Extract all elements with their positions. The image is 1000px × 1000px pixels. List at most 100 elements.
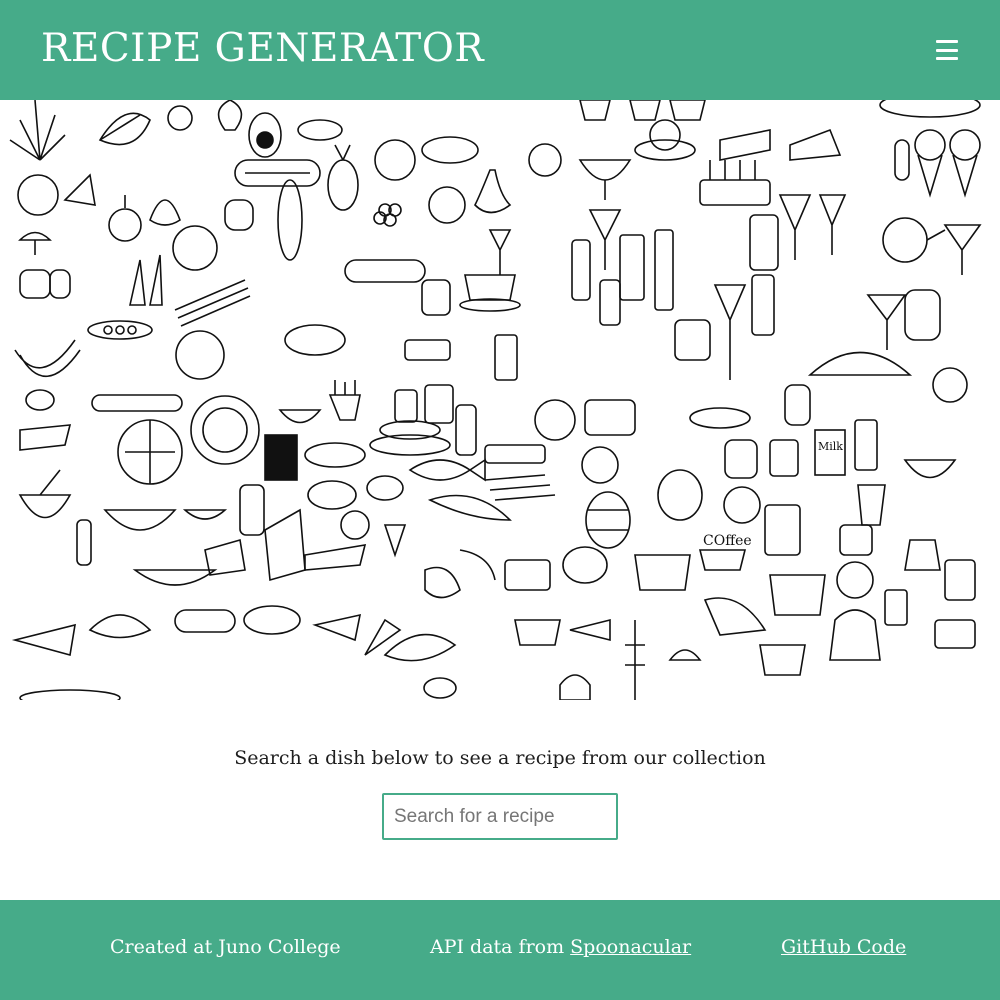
eggplant-icon xyxy=(284,324,346,356)
mortar-pestle-icon xyxy=(18,469,72,519)
menu-bar-middle xyxy=(936,48,958,52)
menu-bar-top xyxy=(936,40,958,43)
site-title[interactable]: RECIPE GENERATOR xyxy=(41,24,484,74)
soup-bowl-icon xyxy=(278,409,322,424)
burger-icon xyxy=(668,649,702,661)
pitcher-icon xyxy=(724,439,758,479)
popsicle-icon xyxy=(894,139,910,181)
mug-icon xyxy=(839,524,873,556)
teapot-small-icon xyxy=(723,486,761,524)
footer-api-prefix: API data from xyxy=(430,936,571,958)
pepper-icon xyxy=(224,199,254,231)
coffee-cup-to-go-icon xyxy=(857,484,886,526)
baking-dish-icon xyxy=(484,444,546,464)
french-press-icon xyxy=(884,589,908,626)
pizza-slice-icon xyxy=(11,623,76,657)
hero-food-illustration: Milk COffee xyxy=(0,100,1000,700)
pineapple-icon xyxy=(327,144,359,211)
ham-icon xyxy=(424,566,461,599)
cake-slice-icon xyxy=(719,128,842,161)
mushroom-icon xyxy=(18,231,52,255)
teapot-icon xyxy=(882,217,946,263)
lemon-slice-icon xyxy=(63,173,96,206)
footer-api-credit: API data from Spoonacular xyxy=(430,936,691,958)
pie-dish-icon xyxy=(879,100,981,118)
wine-glasses-icon xyxy=(778,194,847,260)
cheese-icon xyxy=(569,618,611,642)
cupcake-icon xyxy=(579,100,706,121)
cupcake-plate-icon xyxy=(634,119,696,161)
noodle-bowl-icon xyxy=(903,459,957,479)
bread-basket-icon xyxy=(132,569,218,586)
pig-icon xyxy=(366,475,404,501)
chef-hat-icon xyxy=(559,674,591,700)
birthday-cake-icon xyxy=(699,160,771,206)
fish-icon xyxy=(408,458,486,482)
pepper-halves-icon xyxy=(19,269,71,299)
coffee-grinder-icon xyxy=(944,559,976,601)
rolling-pin-icon xyxy=(91,394,183,412)
search-box[interactable] xyxy=(382,793,618,840)
site-footer: Created at Juno College API data from Sp… xyxy=(0,900,1000,1000)
lemonade-glass-icon xyxy=(769,439,799,477)
bread-loaf-icon xyxy=(421,136,479,164)
apple-outline-icon xyxy=(428,186,466,224)
pancakes-icon xyxy=(369,420,451,456)
cup-icon xyxy=(584,399,636,436)
corn-icon xyxy=(297,119,343,141)
chicken-wing-icon xyxy=(312,613,362,642)
coffee-maker-icon xyxy=(769,574,826,616)
bottle-tall-icon xyxy=(764,504,801,556)
fig-icon xyxy=(149,199,181,226)
martini-icon xyxy=(866,294,907,350)
drumstick-icon xyxy=(364,618,402,656)
eggs-icon xyxy=(25,389,55,411)
pepper-mill-icon xyxy=(76,519,92,566)
teapot-flowers-icon xyxy=(581,446,619,484)
pear-icon xyxy=(474,169,512,214)
oyster-icon xyxy=(307,480,357,510)
milk-jug-icon xyxy=(674,319,711,361)
coffee-label: COffee xyxy=(703,533,752,549)
baguette-icon xyxy=(174,609,236,633)
coffee-beans-pile-icon xyxy=(807,351,913,376)
sardine-can-icon xyxy=(504,559,551,591)
coffee-cup-saucer-icon xyxy=(698,549,747,571)
oil-bottle-icon xyxy=(239,484,265,536)
kebab-skewer-icon xyxy=(625,620,645,700)
dumplings-icon xyxy=(514,619,561,646)
footer-created: Created at Juno College xyxy=(110,936,341,958)
cake-slice-2-icon xyxy=(304,544,367,571)
ribs-icon xyxy=(264,508,306,582)
beverage-glass-icon xyxy=(751,274,775,336)
woman-drinking-icon xyxy=(829,561,881,661)
kiwi-slice-icon xyxy=(528,143,562,177)
sausages-icon xyxy=(484,474,556,501)
jar-icon xyxy=(749,214,779,271)
onion-icon xyxy=(108,195,142,242)
coffee-pot-icon xyxy=(404,339,451,361)
search-input[interactable] xyxy=(384,795,616,838)
grapes-icon xyxy=(373,203,402,227)
search-prompt: Search a dish below to see a recipe from… xyxy=(234,747,766,769)
wine-glass-icon xyxy=(488,229,512,275)
scale-icon xyxy=(934,619,976,649)
martini-glass-icon xyxy=(943,224,982,275)
liquor-bottle-icon xyxy=(784,384,811,426)
tomato-icon xyxy=(17,174,59,216)
hamburger-menu-icon[interactable] xyxy=(936,40,958,60)
broccoli-icon xyxy=(172,225,218,271)
corn-cob-icon xyxy=(277,179,303,261)
bubble-tea-icon xyxy=(904,289,941,341)
chocolate-bar-icon xyxy=(264,434,298,481)
crab-icon xyxy=(423,677,457,699)
cocktail-glass-icon xyxy=(588,209,622,270)
chicken-icon xyxy=(562,546,608,584)
cucumber-icon xyxy=(344,259,426,283)
grill-icon xyxy=(117,419,183,485)
spoonacular-link[interactable]: Spoonacular xyxy=(570,936,691,958)
artichoke-icon xyxy=(374,139,416,181)
cappuccino-icon xyxy=(759,644,806,676)
menu-bar-bottom xyxy=(936,57,958,60)
github-code-link[interactable]: GitHub Code xyxy=(781,936,906,958)
